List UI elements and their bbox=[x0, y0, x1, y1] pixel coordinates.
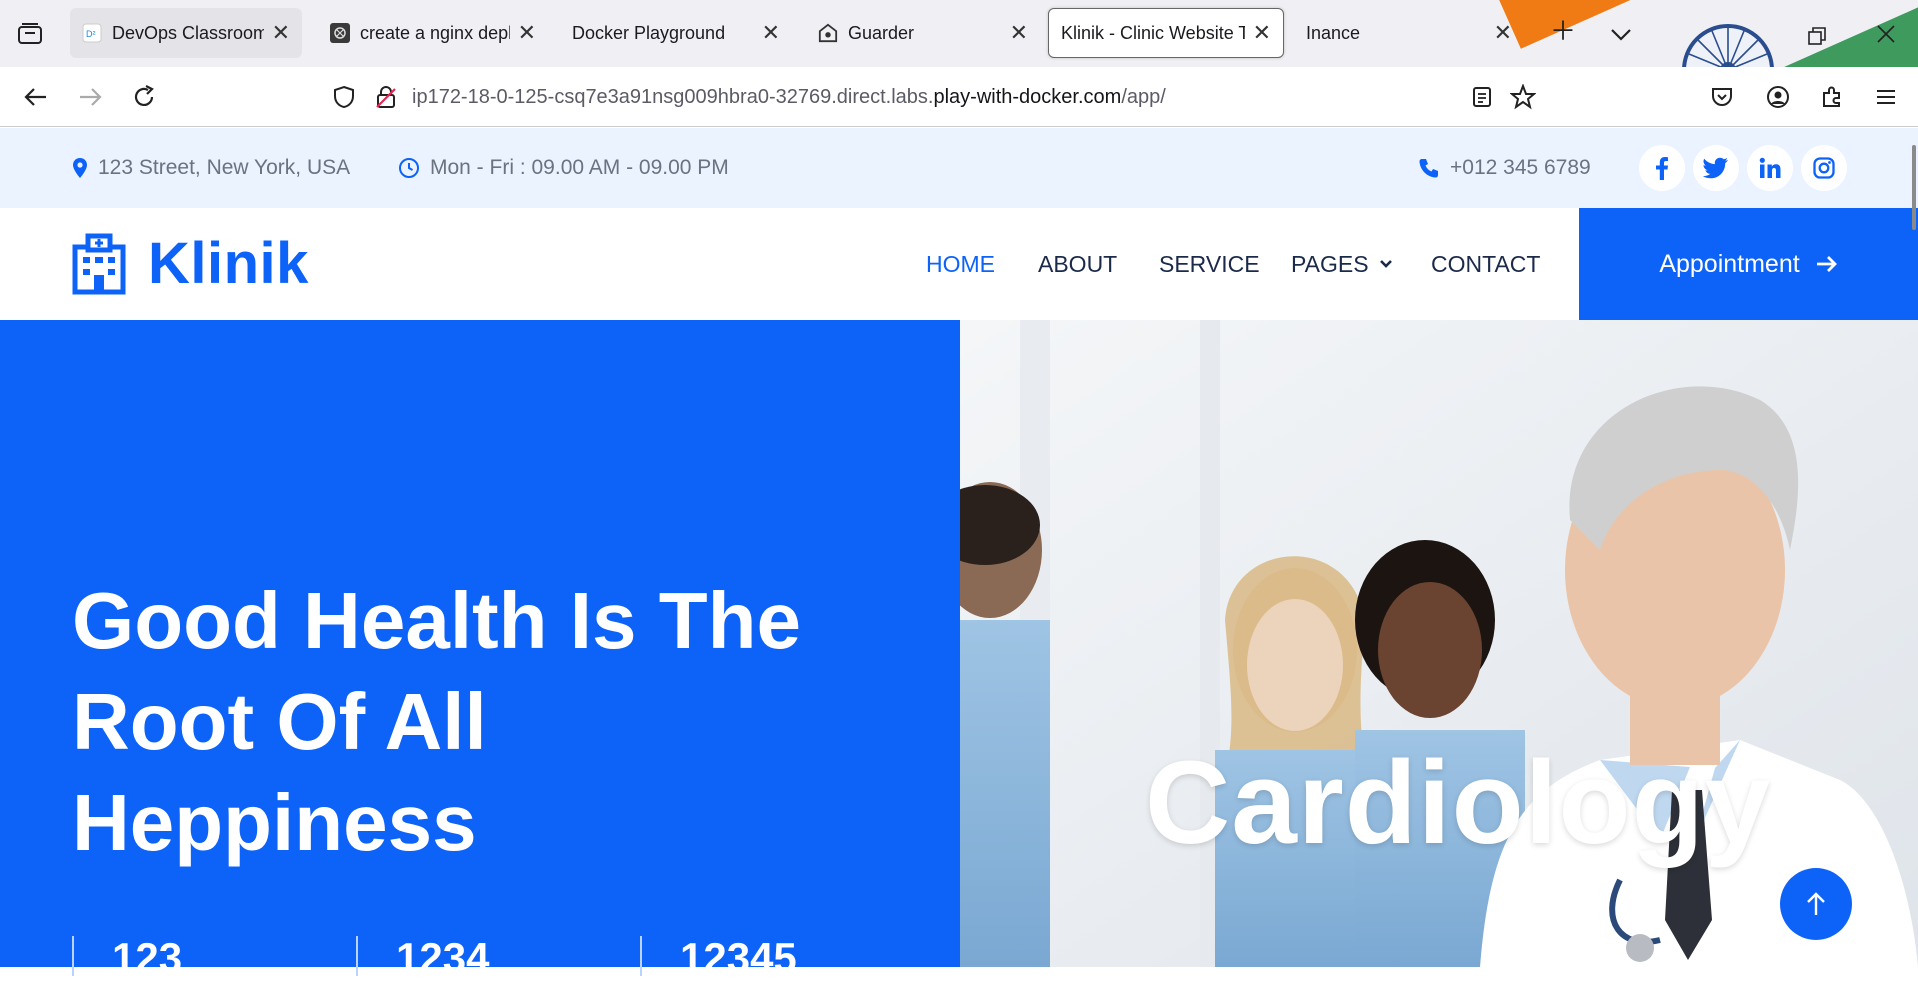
instagram-link[interactable] bbox=[1801, 145, 1847, 191]
list-all-tabs-icon[interactable] bbox=[1610, 20, 1632, 46]
browser-tab-bar: D² DevOps Classroom ✕ create a nginx dep… bbox=[0, 0, 1918, 67]
hero-title-line-2: Root Of All bbox=[72, 677, 487, 766]
hero-image-doctors: Cardiology bbox=[960, 320, 1918, 967]
tab-devops-classroom[interactable]: D² DevOps Classroom ✕ bbox=[70, 8, 302, 58]
github-icon bbox=[330, 23, 350, 43]
address-info: 123 Street, New York, USA bbox=[72, 128, 350, 208]
facebook-link[interactable] bbox=[1639, 145, 1685, 191]
hospital-icon bbox=[72, 233, 126, 294]
instagram-icon bbox=[1813, 157, 1835, 179]
url-domain: play-with-docker.com bbox=[933, 85, 1122, 108]
stat-value: 12345 bbox=[640, 936, 924, 980]
linkedin-link[interactable] bbox=[1747, 145, 1793, 191]
facebook-icon bbox=[1656, 157, 1668, 180]
page-scrollbar[interactable] bbox=[1912, 145, 1916, 230]
guarder-icon bbox=[818, 23, 838, 43]
svg-text:D²: D² bbox=[86, 29, 96, 39]
appointment-label: Appointment bbox=[1659, 249, 1800, 278]
linkedin-icon bbox=[1759, 157, 1781, 178]
arrow-right-icon bbox=[1816, 256, 1837, 272]
hero-left-panel: Good Health Is The Root Of All Heppiness… bbox=[0, 320, 960, 980]
forward-button[interactable] bbox=[74, 81, 106, 113]
close-tab-icon[interactable]: ✕ bbox=[272, 22, 290, 44]
devops-classroom-icon: D² bbox=[82, 23, 102, 43]
reload-button[interactable] bbox=[128, 81, 160, 113]
close-tab-icon[interactable]: ✕ bbox=[1010, 22, 1028, 44]
close-tab-icon[interactable]: ✕ bbox=[762, 22, 780, 44]
restore-window-icon[interactable] bbox=[1808, 23, 1826, 49]
reader-view-icon[interactable] bbox=[1466, 81, 1498, 113]
stat-value: 123 bbox=[72, 936, 356, 980]
map-marker-icon bbox=[73, 158, 87, 178]
tab-label: Guarder bbox=[848, 22, 915, 43]
brand-logo[interactable]: Klinik bbox=[72, 230, 309, 297]
tab-docker-playground[interactable]: Docker Playground ✕ bbox=[560, 8, 792, 58]
top-info-bar: 123 Street, New York, USA Mon - Fri : 09… bbox=[0, 128, 1918, 208]
bookmark-star-icon[interactable] bbox=[1507, 81, 1539, 113]
url-path: /app/ bbox=[1121, 85, 1166, 108]
site-header: Klinik HOME ABOUT SERVICE PAGES CONTACT … bbox=[0, 208, 1918, 320]
nav-service[interactable]: SERVICE bbox=[1159, 208, 1260, 320]
nav-home[interactable]: HOME bbox=[926, 208, 995, 320]
account-icon[interactable] bbox=[1762, 81, 1794, 113]
nav-pages[interactable]: PAGES bbox=[1291, 208, 1393, 320]
insecure-connection-lock-icon[interactable] bbox=[370, 81, 402, 113]
url-subdomain: ip172-18-0-125-csq7e3a91nsg009hbra0-3276… bbox=[412, 85, 934, 108]
tab-label: Klinik - Clinic Website Template bbox=[1061, 22, 1245, 43]
hours-info: Mon - Fri : 09.00 AM - 09.00 PM bbox=[398, 128, 729, 208]
arrow-up-icon bbox=[1807, 892, 1825, 915]
extensions-icon[interactable] bbox=[1816, 81, 1848, 113]
tab-label: DevOps Classroom bbox=[112, 22, 264, 43]
twitter-link[interactable] bbox=[1693, 145, 1739, 191]
phone-info: +012 345 6789 bbox=[1418, 128, 1591, 208]
close-tab-icon[interactable]: ✕ bbox=[1494, 22, 1512, 44]
tracking-protection-shield-icon[interactable] bbox=[328, 81, 360, 113]
close-window-icon[interactable] bbox=[1876, 22, 1896, 48]
browser-navigation-bar: ip172-18-0-125-csq7e3a91nsg009hbra0-3276… bbox=[0, 67, 1918, 127]
back-to-top-button[interactable] bbox=[1780, 868, 1852, 940]
new-tab-icon[interactable]: ＋ bbox=[1550, 18, 1576, 44]
pocket-icon[interactable] bbox=[1706, 81, 1738, 113]
nav-pages-label: PAGES bbox=[1291, 250, 1369, 277]
twitter-icon bbox=[1703, 157, 1728, 179]
tab-label: create a nginx deployment bbox=[360, 22, 510, 43]
close-tab-icon[interactable]: ✕ bbox=[1253, 22, 1271, 44]
clock-icon bbox=[399, 158, 419, 178]
brand-name: Klinik bbox=[148, 231, 309, 296]
hours-text: Mon - Fri : 09.00 AM - 09.00 PM bbox=[430, 156, 729, 179]
hero-title-line-1: Good Health Is The bbox=[72, 576, 801, 665]
app-menu-icon[interactable] bbox=[1870, 81, 1902, 113]
minimize-window-icon[interactable] bbox=[1740, 31, 1758, 57]
appointment-button[interactable]: Appointment bbox=[1579, 208, 1918, 320]
tab-inance[interactable]: Inance ✕ bbox=[1294, 8, 1524, 58]
hero-title: Good Health Is The Root Of All Heppiness bbox=[72, 570, 912, 873]
hero-title-line-3: Heppiness bbox=[72, 778, 477, 867]
tab-overview-icon[interactable] bbox=[16, 22, 44, 46]
nav-contact[interactable]: CONTACT bbox=[1431, 208, 1540, 320]
chevron-down-icon bbox=[1379, 260, 1392, 268]
url-bar[interactable]: ip172-18-0-125-csq7e3a91nsg009hbra0-3276… bbox=[412, 75, 1612, 119]
tab-label: Docker Playground bbox=[572, 22, 726, 43]
tab-nginx-deployment[interactable]: create a nginx deployment ✕ bbox=[318, 8, 548, 58]
hero-stats: 123 1234 12345 bbox=[72, 936, 924, 980]
stat-value: 1234 bbox=[356, 936, 640, 980]
phone-text: +012 345 6789 bbox=[1450, 156, 1591, 179]
tab-klinik[interactable]: Klinik - Clinic Website Template ✕ bbox=[1048, 8, 1284, 58]
tab-label: Inance bbox=[1306, 22, 1361, 43]
nav-about[interactable]: ABOUT bbox=[1038, 208, 1117, 320]
close-tab-icon[interactable]: ✕ bbox=[518, 22, 536, 44]
hero-caption: Cardiology bbox=[1145, 737, 1772, 869]
tab-guarder[interactable]: Guarder ✕ bbox=[806, 8, 1040, 58]
phone-icon bbox=[1419, 159, 1438, 178]
address-text: 123 Street, New York, USA bbox=[98, 156, 351, 179]
back-button[interactable] bbox=[20, 81, 52, 113]
